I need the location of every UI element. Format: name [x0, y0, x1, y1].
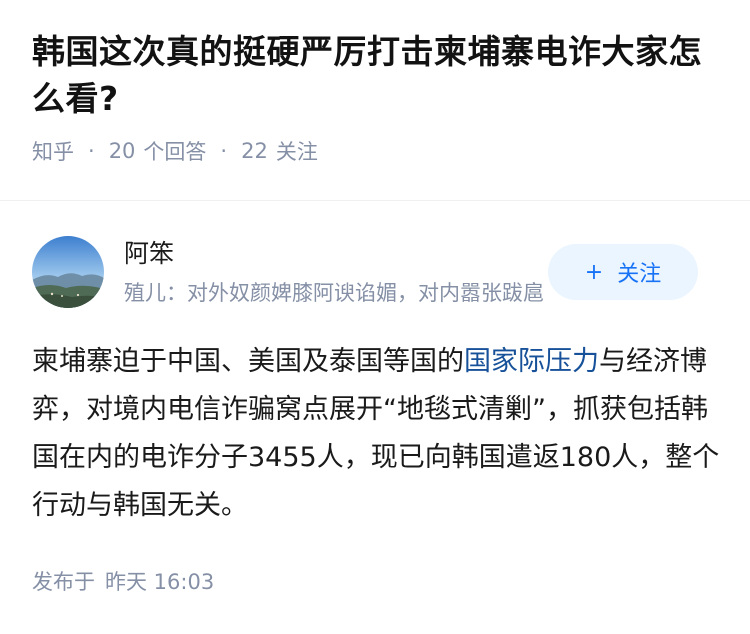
source-label[interactable]: 知乎	[32, 136, 74, 166]
answer-count-label: 个回答	[143, 140, 207, 164]
publish-label: 发布于	[32, 570, 95, 594]
follow-button[interactable]: + 关注	[548, 244, 698, 300]
separator-dot: ·	[88, 139, 95, 163]
plus-icon: +	[584, 259, 604, 285]
follower-count: 22	[241, 139, 268, 163]
publish-time: 昨天 16:03	[105, 570, 215, 594]
separator-dot: ·	[220, 139, 228, 163]
author-row: 阿笨 殖儿：对外奴颜婢膝阿谀谄媚，对内嚣张跋扈 + 关注	[32, 236, 718, 308]
answer-count: 20	[108, 139, 136, 163]
question-meta: 知乎 · 20 个回答 · 22 关注	[32, 136, 722, 166]
author-name[interactable]: 阿笨	[124, 236, 174, 272]
divider	[0, 200, 750, 201]
avatar-image	[32, 236, 104, 308]
publish-info: 发布于 昨天 16:03	[32, 566, 214, 596]
avatar[interactable]	[32, 236, 104, 308]
answer-inline-link[interactable]: 国家际压力	[464, 346, 599, 377]
answer-text-before: 柬埔寨迫于中国、美国及泰国等国的	[32, 346, 464, 377]
author-bio: 殖儿：对外奴颜婢膝阿谀谄媚，对内嚣张跋扈	[124, 281, 544, 305]
answer-content: 柬埔寨迫于中国、美国及泰国等国的国家际压力与经济博弈，对境内电信诈骗窝点展开“地…	[32, 338, 722, 530]
question-header: 韩国这次真的挺硬严厉打击柬埔寨电诈大家怎么看? 知乎 · 20 个回答 · 22…	[32, 28, 722, 166]
follower-count-label: 关注	[275, 140, 318, 164]
follow-button-label: 关注	[617, 262, 662, 287]
question-title[interactable]: 韩国这次真的挺硬严厉打击柬埔寨电诈大家怎么看?	[32, 28, 722, 122]
